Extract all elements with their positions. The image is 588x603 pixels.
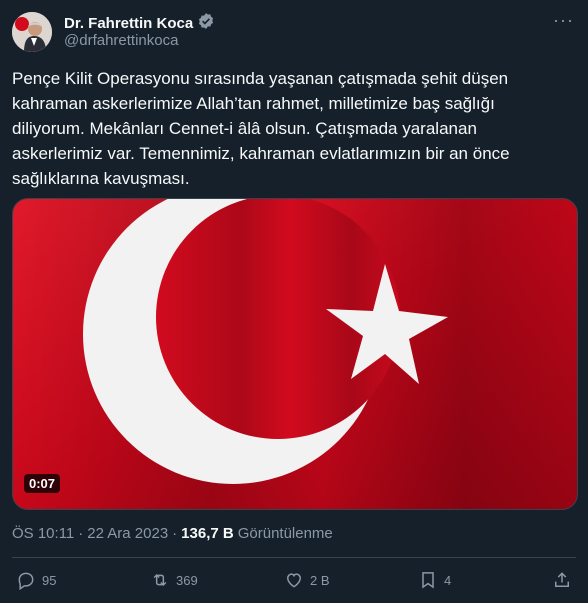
like-button[interactable]: 2 B [284,570,330,590]
verified-badge-icon [197,12,215,35]
reply-icon [18,572,34,590]
divider [12,557,576,558]
bookmark-button[interactable]: 4 [418,570,451,590]
repost-icon [153,573,167,587]
reply-count: 95 [42,572,57,588]
share-icon [555,572,569,587]
video-duration-badge: 0:07 [24,474,61,493]
bookmark-icon [422,572,434,589]
author-display-name[interactable]: Dr. Fahrettin Koca [64,15,193,32]
tweet-meta: ÖS 10:11 · 22 Ara 2023 · 136,7 B Görüntü… [12,525,333,542]
video-player[interactable] [12,198,578,510]
tweet-text: Pençe Kilit Operasyonu sırasında yaşanan… [12,69,515,188]
reply-button[interactable]: 95 [16,570,56,590]
share-button[interactable] [552,570,572,590]
meta-separator: · [172,525,178,542]
heart-icon [286,573,302,588]
bookmark-count: 4 [444,572,452,588]
author-avatar[interactable] [12,12,52,52]
action-bar: 95 369 2 B 4 [0,570,588,598]
tweet-date[interactable]: 22 Ara 2023 [87,525,168,542]
views-count[interactable]: 136,7 B [181,525,234,542]
turkish-flag-image [13,199,577,509]
repost-count: 369 [176,572,198,588]
repost-button[interactable]: 369 [150,570,198,590]
views-label: Görüntülenme [237,525,333,542]
tweet-time[interactable]: ÖS 10:11 [12,525,74,542]
more-options-icon[interactable]: ··· [553,10,574,31]
author-handle[interactable]: @drfahrettinkoca [64,32,178,49]
meta-separator: · [78,525,84,542]
like-count: 2 B [310,572,330,588]
